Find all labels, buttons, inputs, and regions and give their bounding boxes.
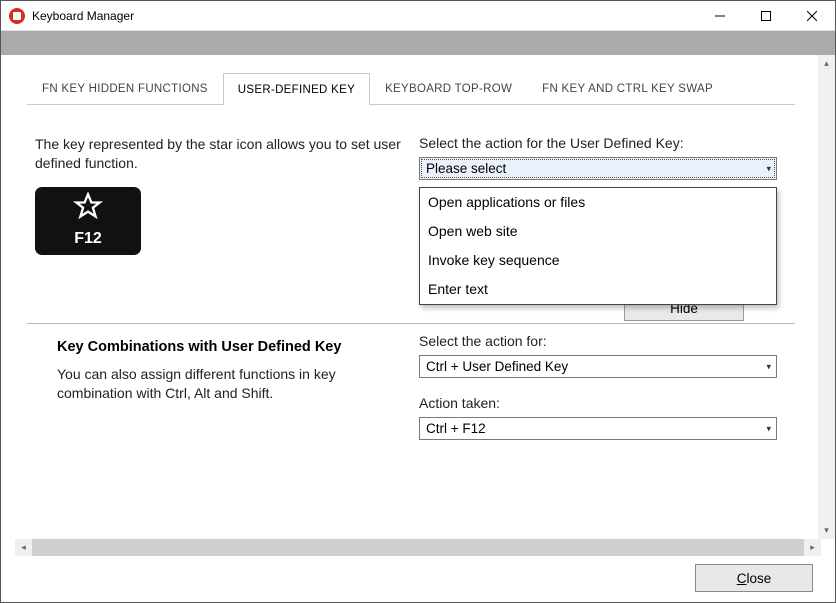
tab-label: KEYBOARD TOP-ROW (385, 83, 512, 95)
tab-label: FN KEY HIDDEN FUNCTIONS (42, 83, 208, 95)
action-select-3[interactable]: Ctrl + F12 ▾ (419, 417, 777, 440)
dropdown-item[interactable]: Open web site (420, 217, 776, 246)
action-select-2[interactable]: Ctrl + User Defined Key ▾ (419, 355, 777, 378)
key-tile: F12 (35, 187, 141, 255)
close-rest: lose (746, 571, 771, 586)
chevron-down-icon: ▾ (766, 163, 771, 174)
combos-text: You can also assign different functions … (57, 365, 397, 403)
tab-top-row[interactable]: KEYBOARD TOP-ROW (370, 72, 527, 104)
titlebar: Keyboard Manager (1, 1, 835, 31)
close-window-button[interactable] (789, 1, 835, 31)
maximize-button[interactable] (743, 1, 789, 31)
dropdown-item[interactable]: Open applications or files (420, 188, 776, 217)
dropdown-item[interactable]: Enter text (420, 275, 776, 304)
field-3: Action taken: Ctrl + F12 ▾ (419, 395, 777, 440)
key-tile-label: F12 (74, 228, 102, 250)
select-value: Ctrl + User Defined Key (426, 359, 568, 374)
tab-label: USER-DEFINED KEY (238, 84, 355, 96)
minimize-button[interactable] (697, 1, 743, 31)
chevron-down-icon: ▾ (766, 361, 771, 372)
window: Keyboard Manager FN KEY HIDDEN FUNCTIONS… (0, 0, 836, 603)
chevron-down-icon: ▾ (766, 423, 771, 434)
select-value: Please select (426, 161, 506, 176)
tab-user-defined[interactable]: USER-DEFINED KEY (223, 73, 370, 105)
content-area: FN KEY HIDDEN FUNCTIONS USER-DEFINED KEY… (1, 55, 835, 602)
divider (27, 323, 795, 324)
intro-text-content: The key represented by the star icon all… (35, 136, 401, 171)
star-icon (73, 192, 103, 225)
dropdown-item[interactable]: Invoke key sequence (420, 246, 776, 275)
action-select-1[interactable]: Please select ▾ (419, 157, 777, 180)
intro-text: The key represented by the star icon all… (35, 135, 405, 255)
close-button[interactable]: Close (695, 564, 813, 592)
vertical-scrollbar[interactable]: ▴ ▾ (818, 55, 835, 539)
tab-fn-ctrl-swap[interactable]: FN KEY AND CTRL KEY SWAP (527, 72, 728, 104)
scroll-right-icon[interactable]: ▸ (804, 539, 821, 556)
right-column: Select the action for the User Defined K… (419, 135, 795, 180)
field-2: Select the action for: Ctrl + User Defin… (419, 333, 777, 378)
select-value: Ctrl + F12 (426, 421, 486, 436)
action-label-1: Select the action for the User Defined K… (419, 135, 795, 151)
action-label-3: Action taken: (419, 395, 777, 411)
action-label-2: Select the action for: (419, 333, 777, 349)
tab-label: FN KEY AND CTRL KEY SWAP (542, 83, 713, 95)
horizontal-scrollbar[interactable]: ◂ ▸ (15, 539, 821, 556)
action-select-1-dropdown: Open applications or files Open web site… (419, 187, 777, 305)
app-icon (9, 8, 25, 24)
combos-heading: Key Combinations with User Defined Key (57, 339, 341, 355)
scroll-left-icon[interactable]: ◂ (15, 539, 32, 556)
scroll-up-icon[interactable]: ▴ (818, 55, 835, 72)
scroll-down-icon[interactable]: ▾ (818, 522, 835, 539)
tabs-row: FN KEY HIDDEN FUNCTIONS USER-DEFINED KEY… (27, 73, 795, 105)
scroll-thumb[interactable] (32, 539, 804, 556)
toolbar-strip (1, 31, 835, 55)
window-title: Keyboard Manager (32, 9, 134, 23)
tab-fn-hidden[interactable]: FN KEY HIDDEN FUNCTIONS (27, 72, 223, 104)
footer: Close (695, 564, 813, 592)
